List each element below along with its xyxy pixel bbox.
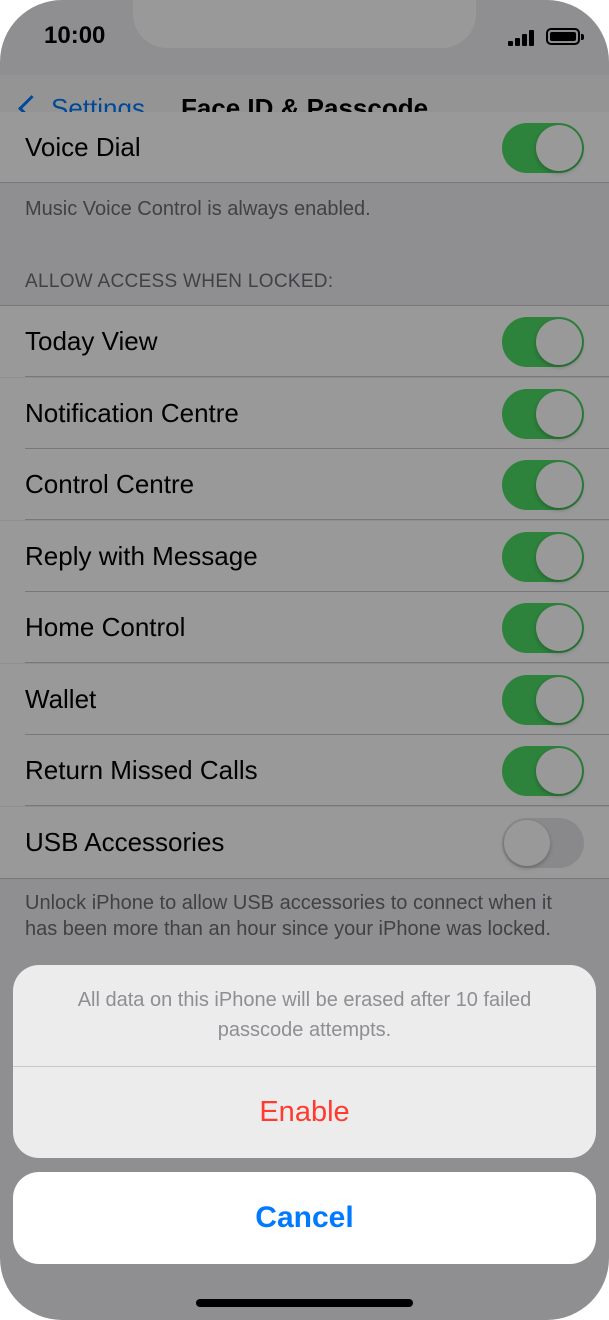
enable-button[interactable]: Enable [13,1067,596,1158]
action-sheet: All data on this iPhone will be erased a… [13,965,596,1158]
action-sheet-message: All data on this iPhone will be erased a… [77,989,532,1041]
phone-screen: 10:00 Settings Face ID & Passcode Voice … [0,0,609,1320]
cancel-button[interactable]: Cancel [13,1172,596,1264]
home-indicator[interactable] [196,1299,413,1307]
